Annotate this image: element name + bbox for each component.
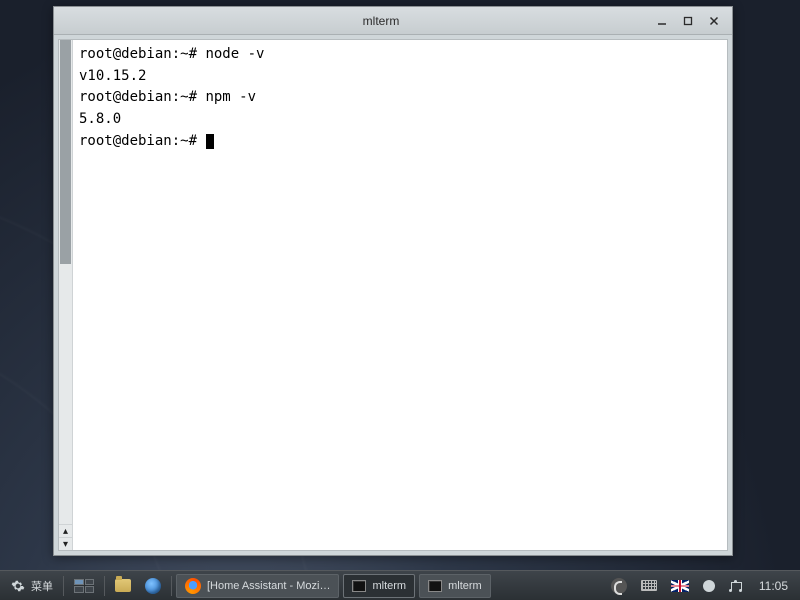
terminal-line: 5.8.0 [79, 109, 721, 131]
terminal-line: root@debian:~# node -v [79, 44, 721, 66]
shell-prompt: root@debian:~# [79, 133, 205, 149]
terminal-line: v10.15.2 [79, 66, 721, 88]
clock-text: 11:05 [759, 579, 788, 593]
firefox-icon [185, 578, 201, 594]
web-browser-launcher[interactable] [139, 574, 167, 598]
folder-icon [115, 579, 131, 592]
scrollbar-down-arrow[interactable]: ▾ [59, 537, 72, 550]
task-list: [Home Assistant - Mozi… mlterm mlterm [176, 574, 491, 598]
taskbar-task-button[interactable]: mlterm [343, 574, 415, 598]
window-titlebar[interactable]: mlterm [54, 7, 732, 35]
workspace-icon [74, 579, 94, 593]
taskbar-panel: 菜单 [Home Assistant - Mozi… mlterm mlterm 1… [0, 570, 800, 600]
network-indicator[interactable] [723, 574, 749, 598]
globe-icon [145, 578, 161, 594]
panel-separator [104, 576, 105, 596]
terminal-scrollbar[interactable]: ▴ ▾ [59, 40, 73, 550]
shell-prompt: root@debian:~# [79, 89, 205, 105]
terminal-window: mlterm ▴ ▾ root@debian:~# node -v v10.15.… [53, 6, 733, 556]
terminal-icon [428, 580, 442, 592]
terminal-content[interactable]: root@debian:~# node -v v10.15.2 root@debia… [73, 40, 727, 550]
task-label: mlterm [372, 580, 406, 592]
menu-label: 菜单 [31, 578, 53, 594]
window-controls [654, 13, 726, 29]
workspace-switcher[interactable] [68, 574, 100, 598]
terminal-line: root@debian:~# npm -v [79, 87, 721, 109]
gear-icon [10, 578, 26, 594]
user-indicator[interactable] [697, 574, 721, 598]
keyboard-indicator[interactable] [635, 574, 663, 598]
close-button[interactable] [706, 13, 722, 29]
terminal-body: ▴ ▾ root@debian:~# node -vv10.15.2root@d… [58, 39, 728, 551]
maximize-button[interactable] [680, 13, 696, 29]
shell-command: node -v [205, 46, 264, 62]
shell-output: 5.8.0 [79, 111, 121, 127]
libreoffice-tray-icon[interactable] [605, 574, 633, 598]
shell-command: npm -v [205, 89, 256, 105]
file-manager-launcher[interactable] [109, 574, 137, 598]
libreoffice-icon [611, 578, 627, 594]
taskbar-task-button[interactable]: mlterm [419, 574, 491, 598]
task-label: [Home Assistant - Mozi… [207, 580, 330, 592]
terminal-line: root@debian:~# [79, 131, 721, 153]
network-icon [729, 580, 743, 592]
panel-separator [171, 576, 172, 596]
window-title: mlterm [108, 14, 654, 28]
user-icon [703, 580, 715, 592]
applications-menu-button[interactable]: 菜单 [4, 574, 59, 598]
shell-prompt: root@debian:~# [79, 46, 205, 62]
terminal-cursor [206, 134, 214, 149]
locale-indicator[interactable] [665, 574, 695, 598]
clock[interactable]: 11:05 [751, 574, 796, 598]
scrollbar-thumb[interactable] [60, 40, 71, 264]
terminal-icon [352, 580, 366, 592]
keyboard-icon [641, 580, 657, 591]
task-label: mlterm [448, 580, 482, 592]
panel-separator [63, 576, 64, 596]
scrollbar-up-arrow[interactable]: ▴ [59, 524, 72, 537]
shell-output: v10.15.2 [79, 68, 146, 84]
uk-flag-icon [671, 580, 689, 592]
taskbar-task-button[interactable]: [Home Assistant - Mozi… [176, 574, 339, 598]
minimize-button[interactable] [654, 13, 670, 29]
